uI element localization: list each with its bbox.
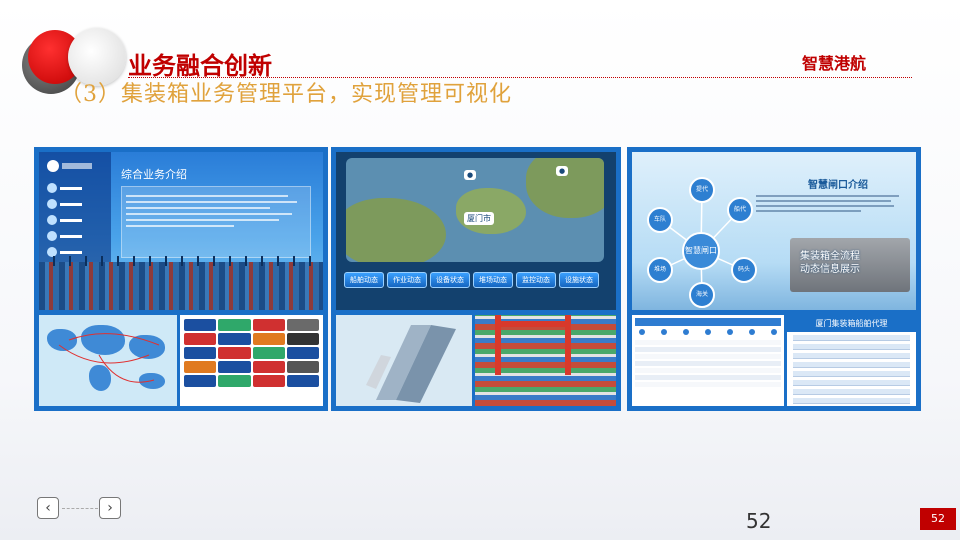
brand-label: 智慧港航 bbox=[801, 54, 866, 73]
list-item bbox=[793, 398, 910, 404]
gate-node: 堆场 bbox=[647, 257, 673, 283]
intro-menu-item bbox=[47, 180, 82, 196]
port-map: ● ● 厦门市 bbox=[346, 158, 604, 262]
list-item bbox=[793, 335, 910, 341]
intro-menu bbox=[47, 180, 82, 260]
shipping-partner-logos bbox=[180, 315, 323, 406]
list-item bbox=[793, 389, 910, 395]
map-label-xiamen: 厦门市 bbox=[464, 212, 494, 225]
table-row bbox=[635, 375, 781, 380]
process-flow bbox=[639, 329, 777, 335]
gate-slogan: 集装箱全流程 动态信息展示 bbox=[800, 250, 860, 276]
next-slide-button[interactable]: › bbox=[99, 497, 121, 519]
tab-facility-status[interactable]: 设施状态 bbox=[559, 272, 599, 288]
intro-menu-item bbox=[47, 228, 82, 244]
gate-slogan-line: 集装箱全流程 bbox=[800, 251, 860, 262]
intro-menu-item bbox=[47, 196, 82, 212]
gate-node: 提代 bbox=[689, 177, 715, 203]
table-row bbox=[635, 340, 781, 345]
berth-shapes bbox=[366, 325, 456, 403]
tab-equipment-status[interactable]: 设备状态 bbox=[430, 272, 470, 288]
world-route-map bbox=[39, 315, 177, 406]
list-item bbox=[793, 380, 910, 386]
tab-operation-dynamics[interactable]: 作业动态 bbox=[387, 272, 427, 288]
gate-slogan-line: 动态信息展示 bbox=[800, 264, 860, 275]
gate-node: 船代 bbox=[727, 197, 753, 223]
table-row bbox=[635, 382, 781, 387]
business-intro-screenshot: 综合业务介绍 bbox=[39, 152, 323, 310]
list-item bbox=[793, 353, 910, 359]
prev-slide-button[interactable]: ‹ bbox=[37, 497, 59, 519]
tab-ship-dynamics[interactable]: 船舶动态 bbox=[344, 272, 384, 288]
table-row bbox=[635, 354, 781, 359]
page-number-badge: 52 bbox=[920, 508, 956, 530]
gate-description bbox=[756, 192, 906, 215]
page-subtitle: （3）集装箱业务管理平台，实现管理可视化 bbox=[60, 82, 512, 107]
gate-node: 海关 bbox=[689, 282, 715, 308]
chevron-left-icon: ‹ bbox=[45, 500, 51, 516]
intro-menu-item bbox=[47, 212, 82, 228]
nav-divider bbox=[62, 508, 98, 509]
agents-title: 厦门集装箱船舶代理 bbox=[787, 315, 916, 332]
list-item bbox=[793, 362, 910, 368]
intro-app-logo bbox=[47, 160, 92, 172]
port-dynamics-screenshot: ● ● 厦门市 船舶动态 作业动态 设备状态 堆场动态 监控动态 设施状态 bbox=[336, 152, 616, 310]
chevron-right-icon: › bbox=[107, 500, 113, 516]
container-tracking-table bbox=[632, 315, 784, 406]
intro-text-box bbox=[121, 186, 311, 258]
table-row bbox=[635, 347, 781, 352]
gate-title: 智慧闸口介绍 bbox=[808, 180, 868, 191]
gate-node: 车队 bbox=[647, 207, 673, 233]
dynamics-tabs: 船舶动态 作业动态 设备状态 堆场动态 监控动态 设施状态 bbox=[344, 272, 599, 288]
container-yard-photo bbox=[475, 315, 616, 406]
table-row bbox=[635, 361, 781, 366]
page-number: 52 bbox=[746, 509, 772, 533]
panel-smart-gate: 提代 车队 船代 堆场 码头 海关 智慧闸口 智慧闸口介绍 集装箱全流程 动态信… bbox=[627, 147, 921, 411]
shipping-agents-list: 厦门集装箱船舶代理 bbox=[787, 315, 916, 406]
smart-gate-screenshot: 提代 车队 船代 堆场 码头 海关 智慧闸口 智慧闸口介绍 集装箱全流程 动态信… bbox=[632, 152, 916, 310]
panel-business-intro: 综合业务介绍 bbox=[34, 147, 328, 411]
table-row bbox=[635, 368, 781, 373]
panel-port-dynamics: ● ● 厦门市 船舶动态 作业动态 设备状态 堆场动态 监控动态 设施状态 bbox=[331, 147, 621, 411]
route-lines bbox=[58, 333, 160, 383]
map-marker: ● bbox=[556, 166, 569, 176]
map-marker: ● bbox=[464, 170, 477, 180]
port-photo bbox=[39, 256, 323, 310]
gate-hub: 智慧闸口 bbox=[682, 232, 720, 270]
list-item bbox=[793, 344, 910, 350]
tab-monitor-dynamics[interactable]: 监控动态 bbox=[516, 272, 556, 288]
intro-heading: 综合业务介绍 bbox=[121, 168, 187, 181]
ship-berth-diagram bbox=[336, 315, 472, 406]
gate-node: 码头 bbox=[731, 257, 757, 283]
list-item bbox=[793, 371, 910, 377]
tab-yard-dynamics[interactable]: 堆场动态 bbox=[473, 272, 513, 288]
intro-sidebar bbox=[39, 152, 111, 262]
table-header bbox=[635, 318, 781, 326]
